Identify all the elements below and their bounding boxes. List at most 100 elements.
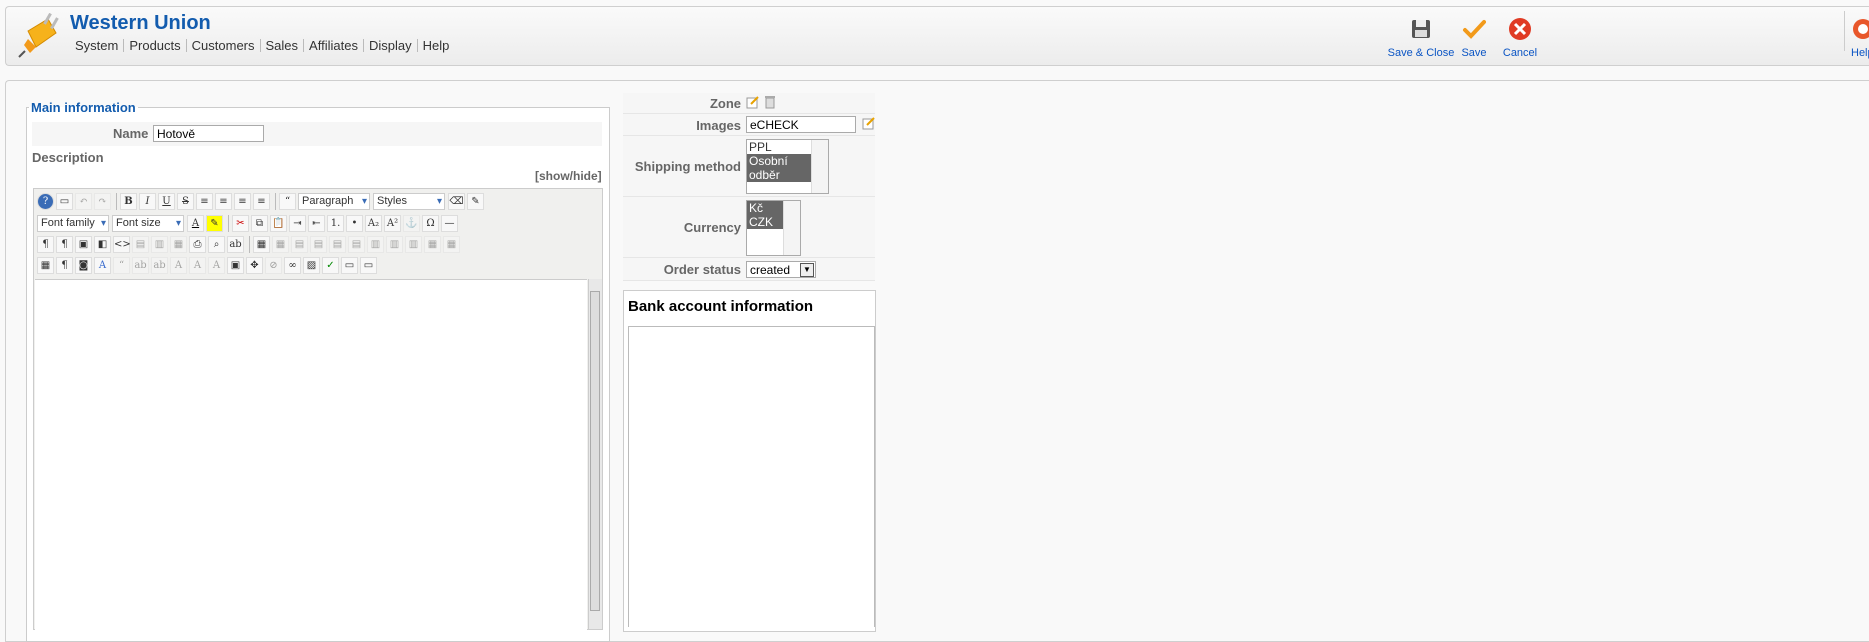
page-break-icon[interactable]: ▭	[341, 256, 358, 274]
attribs-icon[interactable]: A	[208, 256, 225, 274]
save-button[interactable]: Save	[1456, 17, 1492, 59]
visual-aid-icon[interactable]: ▦	[37, 256, 54, 274]
ltr-icon[interactable]: ¶	[37, 235, 54, 253]
anchor-icon[interactable]: ⚓	[403, 214, 420, 232]
align-left-icon[interactable]: ≡	[234, 192, 251, 210]
currency-listbox[interactable]: Kč CZK	[746, 200, 801, 256]
help-icon[interactable]: ?	[37, 192, 54, 210]
menu-item-products[interactable]: Products	[123, 39, 185, 52]
order-status-select[interactable]: created ▼	[746, 261, 816, 278]
align-right-icon[interactable]: ≡	[253, 192, 270, 210]
preview-icon[interactable]: ◧	[94, 235, 111, 253]
subscript-icon[interactable]: A₂	[365, 214, 382, 232]
row-props-icon[interactable]: ▤	[291, 235, 308, 253]
style-props-icon[interactable]: A	[94, 256, 111, 274]
blockquote-icon[interactable]: “	[279, 192, 296, 210]
menu-item-affiliates[interactable]: Affiliates	[303, 39, 363, 52]
horizontal-rule-icon[interactable]: —	[441, 214, 458, 232]
readmore-icon[interactable]: ▭	[360, 256, 377, 274]
delete-zone-icon[interactable]	[764, 95, 776, 112]
show-hide-toggle[interactable]: [show/hide]	[535, 169, 602, 183]
image-icon[interactable]: ▨	[303, 256, 320, 274]
cut-icon[interactable]: ✂	[232, 214, 249, 232]
merge-cells-icon[interactable]: ▦	[424, 235, 441, 253]
name-input[interactable]	[153, 125, 264, 142]
new-document-icon[interactable]: ▭	[56, 192, 73, 210]
underline-icon[interactable]: U	[158, 192, 175, 210]
highlight-color-icon[interactable]: ✎	[206, 214, 223, 232]
format-select[interactable]: Paragraph	[298, 192, 370, 210]
undo-icon[interactable]: ↶	[75, 192, 92, 210]
listbox-scrollbar[interactable]	[783, 201, 800, 255]
del-icon[interactable]: A	[170, 256, 187, 274]
move-icon[interactable]: ✥	[246, 256, 263, 274]
fullscreen-icon[interactable]: ▣	[75, 235, 92, 253]
align-center-icon[interactable]: ≡	[215, 192, 232, 210]
menu-item-help[interactable]: Help	[416, 39, 455, 52]
strikethrough-icon[interactable]: S	[177, 192, 194, 210]
save-close-button[interactable]: Save & Close	[1386, 17, 1456, 59]
outdent-icon[interactable]: ⇤	[308, 214, 325, 232]
cell-props-icon[interactable]: ▤	[310, 235, 327, 253]
cleanup-broom-icon[interactable]: ✎	[467, 192, 484, 210]
media-icon[interactable]: ◙	[75, 256, 92, 274]
align-justify-icon[interactable]: ≡	[196, 192, 213, 210]
listbox-scrollbar[interactable]	[811, 140, 828, 193]
insert-row-icon[interactable]: ▤	[329, 235, 346, 253]
menu-item-customers[interactable]: Customers	[185, 39, 260, 52]
shipping-option-selected[interactable]: Osobní odběr	[747, 154, 815, 182]
code-icon[interactable]: <>	[113, 235, 131, 253]
menu-item-sales[interactable]: Sales	[259, 39, 304, 52]
currency-option-selected[interactable]: Kč CZK	[747, 201, 785, 229]
bank-account-textarea[interactable]	[628, 326, 875, 627]
eraser-icon[interactable]: ⌫	[448, 192, 465, 210]
italic-icon[interactable]: I	[139, 192, 156, 210]
link-icon[interactable]: ∞	[284, 256, 301, 274]
insert-col-icon[interactable]: ▥	[367, 235, 384, 253]
menu-item-display[interactable]: Display	[362, 39, 417, 52]
cancel-button[interactable]: Cancel	[1500, 17, 1540, 59]
delete-table-icon[interactable]: ▦	[272, 235, 289, 253]
find-icon[interactable]: ⌕	[208, 235, 225, 253]
redo-icon[interactable]: ↷	[94, 192, 111, 210]
font-size-select[interactable]: Font size	[112, 214, 184, 232]
template-icon[interactable]: ▤	[132, 235, 149, 253]
split-cells-icon[interactable]: ▥	[405, 235, 422, 253]
rtl-icon[interactable]: ¶	[56, 235, 73, 253]
indent-icon[interactable]: ⇥	[289, 214, 306, 232]
layer-icon[interactable]: ▣	[227, 256, 244, 274]
help-button[interactable]: Help	[1847, 17, 1869, 59]
editor-scrollbar[interactable]	[588, 279, 602, 629]
delete-row-icon[interactable]: ▤	[348, 235, 365, 253]
quote-icon[interactable]: “	[113, 256, 130, 274]
menu-item-system[interactable]: System	[70, 39, 123, 52]
superscript-icon[interactable]: A²	[384, 214, 401, 232]
font-family-select[interactable]: Font family	[37, 214, 109, 232]
table-icon[interactable]: ▦	[443, 235, 460, 253]
cite-icon[interactable]: ▥	[151, 235, 168, 253]
unlink-icon[interactable]: ⊘	[265, 256, 282, 274]
edit-images-icon[interactable]	[862, 116, 876, 133]
bullet-list-icon[interactable]: •	[346, 214, 363, 232]
insert-table-icon[interactable]: ▦	[253, 235, 270, 253]
replace-icon[interactable]: ab	[227, 235, 244, 253]
abbr-icon[interactable]: ▦	[170, 235, 187, 253]
shipping-method-listbox[interactable]: PPL Osobní odběr	[746, 139, 829, 194]
ins-icon[interactable]: A	[189, 256, 206, 274]
numbered-list-icon[interactable]: 1.	[327, 214, 344, 232]
images-input[interactable]	[746, 116, 856, 133]
acronym-icon[interactable]: ab	[151, 256, 168, 274]
delete-col-icon[interactable]: ▥	[386, 235, 403, 253]
styles-select[interactable]: Styles	[373, 192, 445, 210]
scrollbar-thumb[interactable]	[590, 291, 600, 611]
special-char-icon[interactable]: Ω	[422, 214, 439, 232]
show-blocks-icon[interactable]: ¶	[56, 256, 73, 274]
editor-content-area[interactable]	[35, 279, 587, 630]
spellcheck-icon[interactable]: ✓	[322, 256, 339, 274]
text-color-icon[interactable]: A	[187, 214, 204, 232]
copy-icon[interactable]: ⧉	[251, 214, 268, 232]
bold-icon[interactable]: B	[120, 192, 137, 210]
abbr2-icon[interactable]: ab	[132, 256, 149, 274]
edit-zone-icon[interactable]	[746, 95, 760, 112]
paste-icon[interactable]: 📋	[270, 214, 287, 232]
